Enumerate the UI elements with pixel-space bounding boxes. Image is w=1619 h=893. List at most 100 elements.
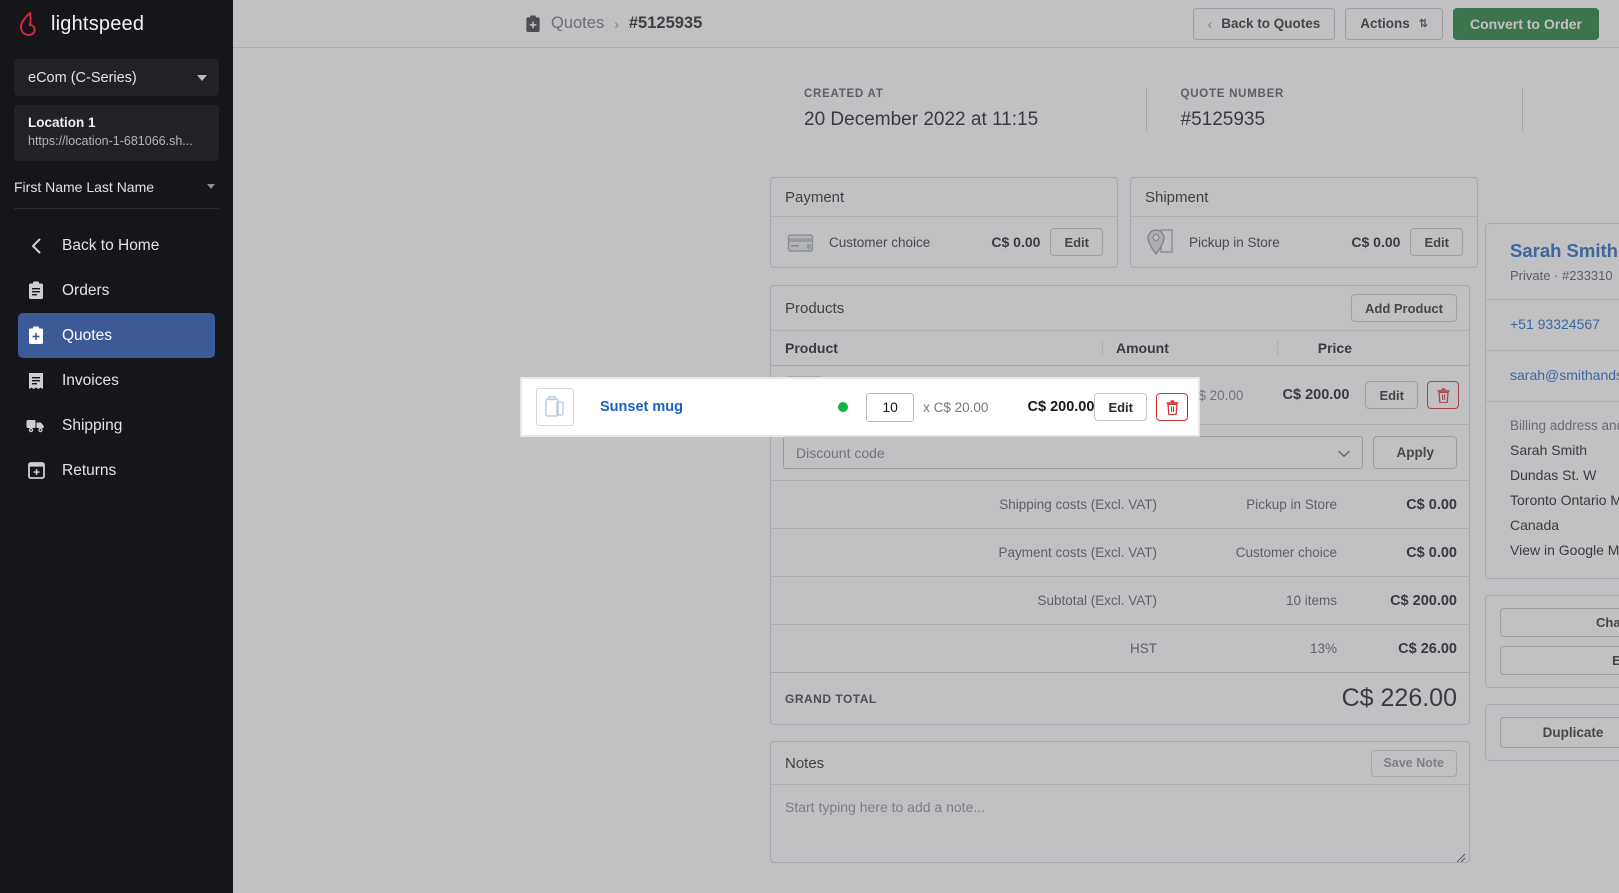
sidebar-item-label: Back to Home	[62, 236, 160, 254]
payment-edit-button[interactable]: Edit	[1050, 228, 1103, 256]
customer-email-section: sarah@smithandsmith.com	[1486, 351, 1619, 402]
app-root: lightspeed eCom (C-Series) Location 1 ht…	[0, 0, 1619, 893]
credit-card-icon	[785, 227, 819, 257]
shipment-card-header: Shipment	[1131, 178, 1477, 217]
user-name: First Name Last Name	[14, 178, 155, 195]
sidebar: lightspeed eCom (C-Series) Location 1 ht…	[0, 0, 233, 893]
grand-total-label: GRAND TOTAL	[785, 691, 877, 706]
shipment-edit-button[interactable]: Edit	[1410, 228, 1463, 256]
back-to-quotes-label: Back to Quotes	[1221, 16, 1321, 31]
notes-card: Notes Save Note Start typing here to add…	[770, 741, 1470, 863]
customer-name-link[interactable]: Sarah Smith	[1510, 240, 1619, 262]
quote-summary: CREATED AT 20 December 2022 at 11:15 QUO…	[770, 88, 1619, 131]
column-header-product: Product	[785, 340, 838, 356]
summary-value: #5125935	[1180, 109, 1266, 130]
sidebar-item-label: Orders	[62, 281, 110, 299]
chevron-left-icon: ‹	[1207, 15, 1213, 32]
apply-discount-button[interactable]: Apply	[1373, 436, 1457, 469]
up-down-chevron-icon: ⇅	[1418, 18, 1428, 30]
total-label: HST	[1130, 641, 1157, 656]
brand-name: lightspeed	[51, 12, 145, 35]
brand-logo[interactable]: lightspeed	[0, 0, 233, 48]
total-label: Payment costs (Excl. VAT)	[998, 545, 1157, 560]
grand-total-amount: C$ 226.00	[1341, 684, 1457, 712]
product-edit-button[interactable]: Edit	[1094, 393, 1147, 421]
customer-panel: Sarah Smith Private · #233310 +51 933245…	[1485, 223, 1619, 761]
total-row-subtotal: Subtotal (Excl. VAT) 10 items C$ 200.00	[771, 576, 1469, 624]
discount-code-select[interactable]: Discount code	[783, 436, 1364, 469]
customer-address-section: Billing address and shipping address Sar…	[1486, 402, 1619, 578]
quote-actions: Duplicate Delete	[1485, 704, 1619, 761]
breadcrumb-separator: ›	[614, 15, 619, 32]
actions-button[interactable]: Actions ⇅	[1345, 7, 1443, 40]
discount-code-placeholder: Discount code	[796, 444, 885, 461]
total-label: Subtotal (Excl. VAT)	[1037, 593, 1157, 608]
save-note-button[interactable]: Save Note	[1370, 749, 1457, 777]
quantity-input[interactable]: 10	[866, 392, 915, 422]
address-line: Dundas St. W	[1510, 467, 1597, 483]
summary-label: QUOTE NUMBER	[1180, 88, 1285, 100]
payment-method-name: Customer choice	[829, 234, 931, 250]
user-menu[interactable]: First Name Last Name	[14, 165, 219, 209]
sidebar-item-invoices[interactable]: Invoices	[18, 358, 215, 403]
chevron-down-icon	[1338, 445, 1351, 461]
total-sublabel: 13%	[1309, 641, 1337, 656]
sidebar-item-shipping[interactable]: Shipping	[18, 403, 215, 448]
total-label: Shipping costs (Excl. VAT)	[999, 497, 1157, 512]
address-line: Toronto Ontario M6S1K9	[1510, 492, 1619, 508]
return-box-icon	[26, 461, 46, 481]
breadcrumb: Quotes › #5125935	[525, 14, 702, 33]
payment-card-header: Payment	[771, 178, 1117, 217]
summary-value: 20 December 2022 at 11:15	[804, 109, 1039, 130]
sidebar-item-orders[interactable]: Orders	[18, 268, 215, 313]
truck-icon	[26, 416, 46, 436]
convert-to-order-button[interactable]: Convert to Order	[1452, 7, 1599, 40]
product-edit-button[interactable]: Edit	[1365, 381, 1418, 409]
product-thumbnail	[536, 388, 574, 426]
summary-label: QUOTE TOTAL	[1523, 88, 1619, 100]
product-name-link[interactable]: Sunset mug	[600, 399, 683, 415]
product-select[interactable]: eCom (C-Series)	[14, 59, 219, 96]
sidebar-nav: Back to Home Orders Quotes Invoices Ship…	[0, 223, 233, 493]
grand-total-row: GRAND TOTAL C$ 226.00	[771, 672, 1469, 724]
notes-textarea[interactable]: Start typing here to add a note...	[771, 785, 1469, 863]
add-product-button[interactable]: Add Product	[1351, 294, 1457, 322]
line-total: C$ 200.00	[1282, 387, 1350, 403]
quote-clipboard-icon	[525, 14, 541, 33]
line-total: C$ 200.00	[1027, 399, 1095, 415]
back-to-quotes-button[interactable]: ‹ Back to Quotes	[1192, 7, 1336, 40]
google-maps-link[interactable]: View in Google Maps	[1510, 542, 1619, 558]
shipment-amount: C$ 0.00	[1351, 234, 1401, 250]
breadcrumb-parent[interactable]: Quotes	[551, 14, 604, 33]
edit-address-button[interactable]: Edit Address	[1500, 646, 1619, 675]
change-customer-button[interactable]: Change Customer	[1500, 608, 1619, 637]
summary-quote-number: QUOTE NUMBER #5125935	[1145, 88, 1523, 131]
sidebar-item-back-to-home[interactable]: Back to Home	[18, 223, 215, 268]
breadcrumb-current: #5125935	[628, 14, 703, 32]
sidebar-item-quotes[interactable]: Quotes	[18, 313, 215, 358]
unit-price: x C$ 20.00	[923, 399, 989, 415]
invoice-icon	[26, 371, 46, 391]
highlighted-product-row[interactable]: Sunset mug 10 x C$ 20.00 C$ 200.00 Edit	[521, 378, 1199, 436]
customer-phone-section: +51 93324567	[1486, 300, 1619, 351]
total-row-payment: Payment costs (Excl. VAT) Customer choic…	[771, 528, 1469, 576]
chevron-down-icon	[197, 74, 207, 81]
customer-email-link[interactable]: sarah@smithandsmith.com	[1510, 367, 1619, 383]
total-sublabel: Pickup in Store	[1246, 497, 1337, 512]
address-line: Canada	[1510, 517, 1560, 533]
product-delete-button[interactable]	[1156, 393, 1188, 421]
payment-card-body: Customer choice C$ 0.00 Edit	[771, 217, 1117, 267]
sidebar-item-returns[interactable]: Returns	[18, 448, 215, 493]
duplicate-quote-button[interactable]: Duplicate	[1500, 717, 1619, 748]
location-card[interactable]: Location 1 https://location-1-681066.sh.…	[14, 105, 219, 161]
address-label: Billing address and shipping address	[1510, 418, 1619, 433]
convert-to-order-label: Convert to Order	[1469, 15, 1582, 32]
trash-icon	[1437, 387, 1449, 403]
resize-handle-icon[interactable]	[1456, 850, 1466, 863]
product-delete-button[interactable]	[1427, 381, 1459, 409]
customer-phone-link[interactable]: +51 93324567	[1510, 316, 1600, 332]
product-select-value: eCom (C-Series)	[28, 69, 137, 86]
shipment-card: Shipment Pickup in Store C$ 0.00 Edit	[1130, 177, 1478, 268]
map-pin-icon	[1145, 227, 1179, 257]
location-title: Location 1	[28, 115, 96, 130]
